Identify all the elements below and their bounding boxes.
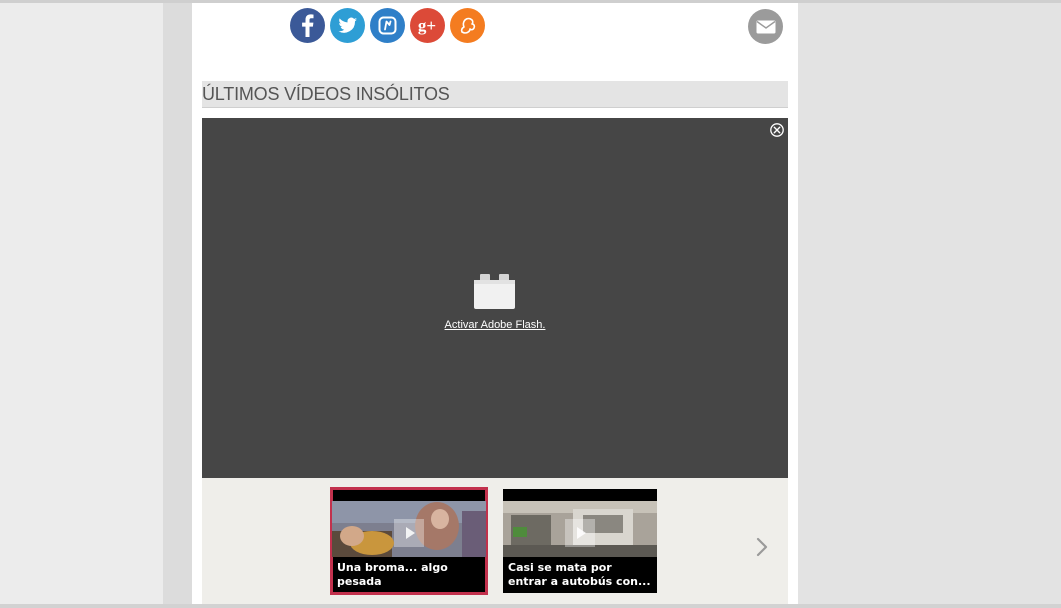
play-icon <box>394 519 424 547</box>
close-player-button[interactable] <box>770 123 784 137</box>
meneame-share-button[interactable] <box>370 8 405 43</box>
video-carousel: Una broma... algo pesada Casi se mata po… <box>202 478 788 608</box>
twitter-share-button[interactable] <box>330 8 365 43</box>
googleplus-icon: g+ <box>418 16 436 35</box>
share-button-5[interactable] <box>450 8 485 43</box>
video-player[interactable]: Activar Adobe Flash. <box>202 118 788 478</box>
content-column: g+ ÚLTIMOS VÍDEOS INSÓLITOS Activar Adob… <box>192 3 798 608</box>
plugin-icon <box>474 274 515 309</box>
social-share-bar: g+ <box>290 8 485 46</box>
play-icon <box>565 519 595 547</box>
section-header: ÚLTIMOS VÍDEOS INSÓLITOS <box>202 81 788 108</box>
left-gutter <box>163 3 192 608</box>
facebook-icon <box>302 14 314 37</box>
section-title: ÚLTIMOS VÍDEOS INSÓLITOS <box>202 84 450 104</box>
carousel-next-button[interactable] <box>754 536 770 558</box>
right-background <box>798 3 1061 608</box>
video-title: Casi se mata por entrar a autobús con... <box>508 561 651 588</box>
meneame-icon <box>378 16 397 35</box>
email-share-button[interactable] <box>748 9 783 44</box>
googleplus-label: g+ <box>418 16 436 35</box>
envelope-icon <box>756 20 775 33</box>
left-background <box>0 3 163 608</box>
video-thumbnail[interactable]: Una broma... algo pesada <box>330 487 488 595</box>
facebook-share-button[interactable] <box>290 8 325 43</box>
chevron-right-icon <box>756 537 768 557</box>
activate-flash-link[interactable]: Activar Adobe Flash. <box>202 319 788 331</box>
window-bottom-border <box>0 604 1061 608</box>
googleplus-share-button[interactable]: g+ <box>410 8 445 43</box>
close-icon <box>770 123 784 137</box>
video-thumbnail[interactable]: Casi se mata por entrar a autobús con... <box>503 489 657 593</box>
video-title: Una broma... algo pesada <box>337 561 448 588</box>
twitter-icon <box>338 17 357 33</box>
mascot-icon <box>460 17 476 34</box>
